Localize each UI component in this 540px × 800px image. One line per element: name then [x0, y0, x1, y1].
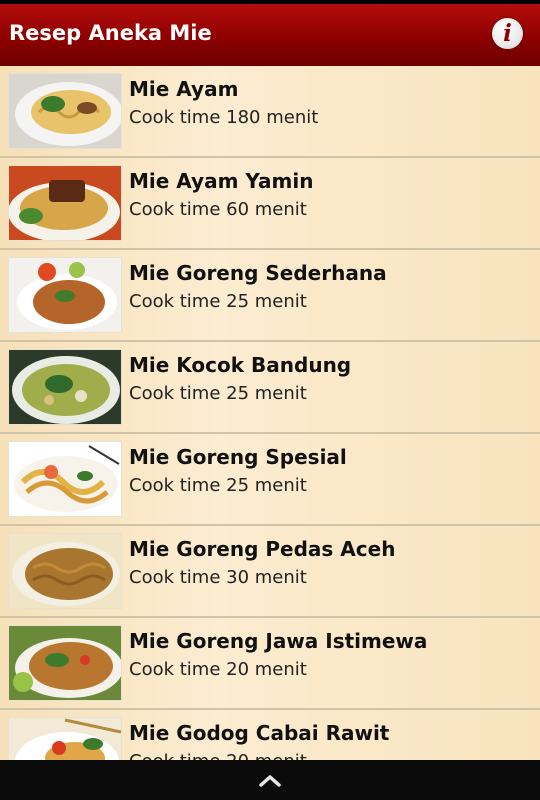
recipe-item[interactable]: Mie Goreng Pedas Aceh Cook time 30 menit	[0, 526, 540, 618]
recipe-name: Mie Goreng Pedas Aceh	[129, 537, 396, 561]
app-title: Resep Aneka Mie	[9, 21, 212, 45]
recipe-thumbnail	[8, 717, 122, 760]
recipe-item[interactable]: Mie Ayam Yamin Cook time 60 menit	[0, 158, 540, 250]
recipe-cook-time: Cook time 25 menit	[129, 475, 307, 496]
recipe-cook-time: Cook time 30 menit	[129, 567, 307, 588]
recipe-item[interactable]: Mie Kocok Bandung Cook time 25 menit	[0, 342, 540, 434]
recipe-cook-time: Cook time 25 menit	[129, 383, 307, 404]
recipe-thumbnail	[8, 533, 122, 609]
recipe-name: Mie Kocok Bandung	[129, 353, 352, 377]
recipe-thumbnail	[8, 257, 122, 333]
recipe-name: Mie Goreng Sederhana	[129, 261, 387, 285]
recipe-name: Mie Goreng Jawa Istimewa	[129, 629, 428, 653]
info-button[interactable]: i	[492, 18, 523, 49]
recipe-thumbnail	[8, 625, 122, 701]
recipe-thumbnail	[8, 349, 122, 425]
recipe-item[interactable]: Mie Goreng Sederhana Cook time 25 menit	[0, 250, 540, 342]
chevron-up-icon[interactable]	[259, 773, 281, 787]
recipe-cook-time: Cook time 20 menit	[129, 659, 307, 680]
recipe-cook-time: Cook time 25 menit	[129, 291, 307, 312]
recipe-cook-time: Cook time 180 menit	[129, 107, 319, 128]
recipe-item[interactable]: Mie Goreng Spesial Cook time 25 menit	[0, 434, 540, 526]
recipe-item[interactable]: Mie Ayam Cook time 180 menit	[0, 66, 540, 158]
recipe-name: Mie Godog Cabai Rawit	[129, 721, 390, 745]
recipe-name: Mie Goreng Spesial	[129, 445, 347, 469]
app-bar: Resep Aneka Mie i	[0, 4, 540, 66]
navigation-bar	[0, 760, 540, 800]
recipe-thumbnail	[8, 73, 122, 149]
recipe-name: Mie Ayam	[129, 77, 239, 101]
recipe-thumbnail	[8, 441, 122, 517]
recipe-name: Mie Ayam Yamin	[129, 169, 314, 193]
recipe-list[interactable]: Mie Ayam Cook time 180 menit Mie Ayam Ya…	[0, 66, 540, 760]
recipe-cook-time: Cook time 20 menit	[129, 751, 307, 760]
recipe-cook-time: Cook time 60 menit	[129, 199, 307, 220]
recipe-thumbnail	[8, 165, 122, 241]
recipe-item[interactable]: Mie Goreng Jawa Istimewa Cook time 20 me…	[0, 618, 540, 710]
info-icon: i	[503, 20, 512, 47]
recipe-item[interactable]: Mie Godog Cabai Rawit Cook time 20 menit	[0, 710, 540, 760]
